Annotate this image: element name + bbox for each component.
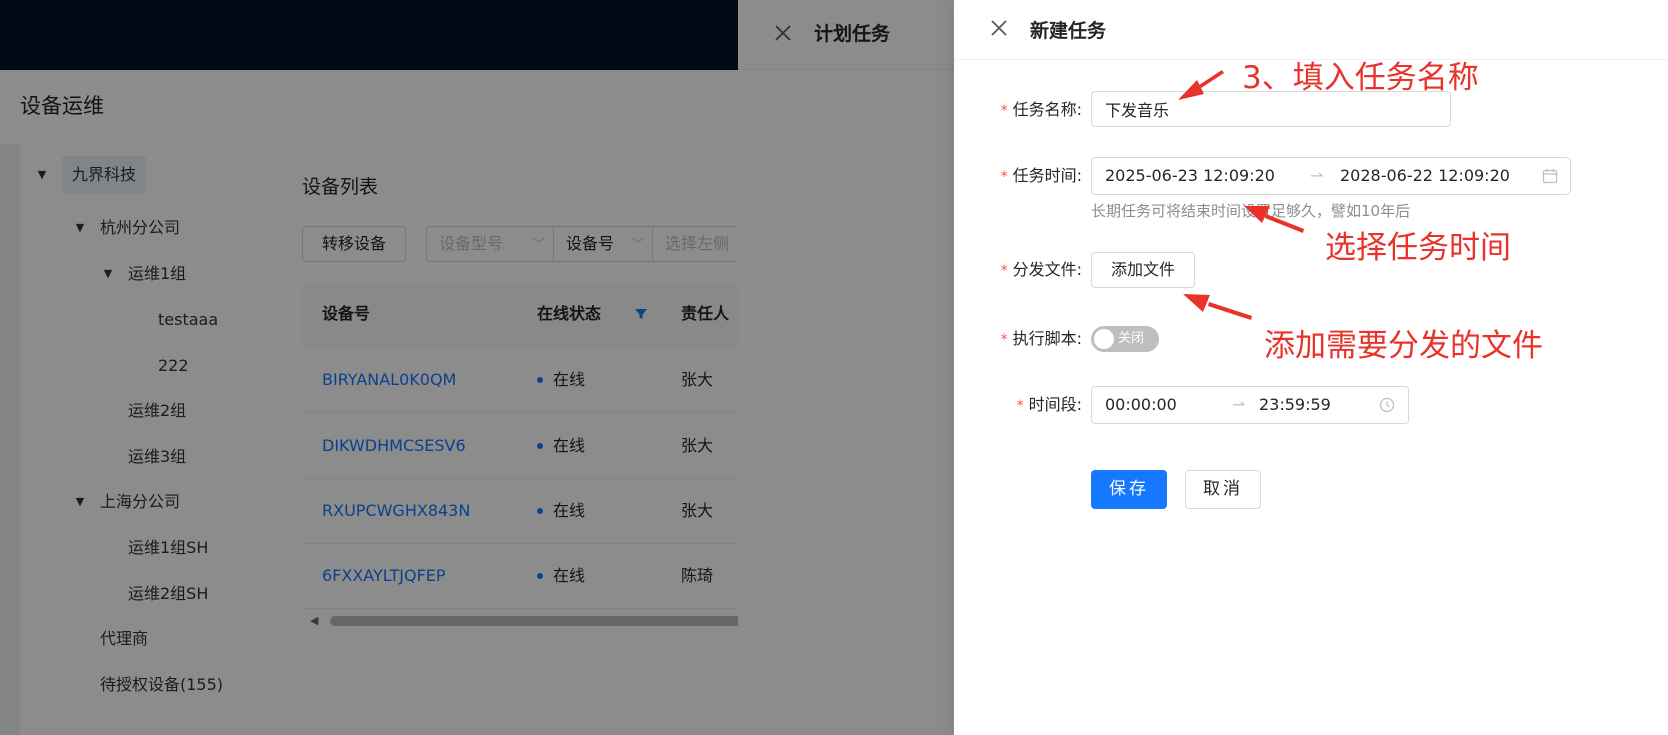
execute-script-label: * 执行脚本: <box>990 321 1082 357</box>
cancel-button[interactable]: 取消 <box>1185 470 1261 509</box>
time-period-start[interactable]: 00:00:00 <box>1105 387 1177 423</box>
time-period-label: * 时间段: <box>990 387 1082 423</box>
required-mark: * <box>1000 332 1008 348</box>
task-time-label: * 任务时间: <box>990 158 1082 194</box>
required-mark: * <box>1016 398 1024 414</box>
switch-label: 关闭 <box>1118 331 1145 346</box>
calendar-icon <box>1542 169 1558 184</box>
required-mark: * <box>1000 263 1008 279</box>
switch-knob <box>1094 329 1114 349</box>
task-time-label-text: 任务时间: <box>1012 166 1082 185</box>
time-period-range-picker[interactable]: 00:00:00 ⇀ 23:59:59 <box>1091 386 1409 424</box>
execute-script-label-text: 执行脚本: <box>1012 329 1082 348</box>
drawer-title: 新建任务 <box>1030 20 1107 42</box>
save-button[interactable]: 保存 <box>1091 470 1167 509</box>
drawer-header: 新建任务 <box>954 0 1668 60</box>
task-time-range-picker[interactable]: 2025-06-23 12:09:20 ⇀ 2028-06-22 12:09:2… <box>1091 157 1571 195</box>
add-file-button[interactable]: 添加文件 <box>1091 252 1195 288</box>
task-name-label: * 任务名称: <box>990 92 1082 128</box>
task-time-start[interactable]: 2025-06-23 12:09:20 <box>1105 158 1275 194</box>
required-mark: * <box>1000 169 1008 185</box>
distribute-file-label: * 分发文件: <box>990 252 1082 288</box>
annotation-select-task-time: 选择任务时间 <box>1325 230 1511 266</box>
range-arrow-icon: ⇀ <box>1310 166 1324 185</box>
task-name-label-text: 任务名称: <box>1012 100 1082 119</box>
annotation-fill-task-name: 3、填入任务名称 <box>1242 60 1479 96</box>
range-arrow-icon: ⇀ <box>1232 395 1246 414</box>
execute-script-switch[interactable]: 关闭 <box>1091 326 1159 352</box>
required-mark: * <box>1000 103 1008 119</box>
close-icon[interactable] <box>988 17 1010 39</box>
time-period-label-text: 时间段: <box>1028 395 1082 414</box>
clock-icon <box>1379 397 1395 413</box>
distribute-file-label-text: 分发文件: <box>1012 260 1082 279</box>
annotation-add-file: 添加需要分发的文件 <box>1264 328 1543 364</box>
task-time-hint: 长期任务可将结束时间设置足够久，譬如10年后 <box>1091 202 1411 220</box>
task-time-end[interactable]: 2028-06-22 12:09:20 <box>1340 158 1510 194</box>
time-period-end[interactable]: 23:59:59 <box>1259 387 1331 423</box>
